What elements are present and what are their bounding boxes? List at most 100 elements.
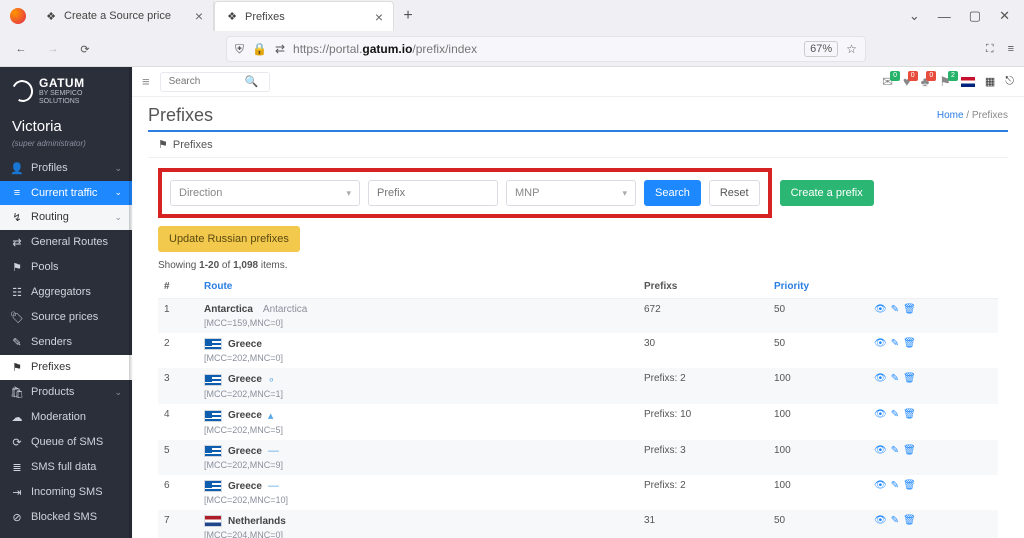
sidebar-item-prefixes[interactable]: ⚑Prefixes [0, 355, 132, 380]
country-flag-icon [204, 338, 222, 350]
view-icon[interactable]: 👁 [874, 338, 887, 349]
back-button[interactable]: ← [10, 38, 32, 60]
sidebar-item-senders[interactable]: ✎Senders [0, 330, 132, 355]
sidebar-item-source-prices[interactable]: 🏷Source prices [0, 305, 132, 330]
flag-icon[interactable]: ⚑2 [939, 74, 951, 90]
firefox-icon [10, 8, 26, 24]
row-priority: 100 [768, 475, 868, 510]
nav-icon: ☁ [10, 411, 24, 424]
pocket-icon[interactable]: ⛶ [986, 43, 994, 56]
nav-icon: 🛍 [10, 386, 24, 399]
bell-icon[interactable]: ♣0 [921, 74, 930, 89]
search-icon[interactable]: 🔍 [245, 75, 259, 88]
nav-icon: ⚑ [10, 361, 24, 374]
sidebar-item-profiles[interactable]: 👤Profiles⌄ [0, 156, 132, 181]
app-menu-icon[interactable]: ≡ [1008, 43, 1014, 55]
country-flag-icon [204, 445, 222, 457]
table-row: 4Greece▴[MCC=202,MNC=5]Prefixs: 10100👁✎🗑 [158, 404, 998, 440]
chevron-down-icon[interactable]: ⌄ [909, 8, 920, 24]
col-priority-sort[interactable]: Priority [774, 281, 809, 292]
row-index: 4 [158, 404, 198, 440]
direction-select[interactable]: Direction▾ [170, 180, 360, 206]
view-icon[interactable]: 👁 [874, 373, 887, 384]
shield-icon[interactable]: ⛨ [235, 42, 244, 57]
envelope-icon[interactable]: ✉0 [882, 74, 893, 90]
address-bar[interactable]: ⛨ 🔒 ⇄ https://portal.gatum.io/prefix/ind… [226, 36, 866, 62]
delete-icon[interactable]: 🗑 [903, 304, 916, 315]
breadcrumb-home[interactable]: Home [937, 110, 964, 121]
col-route-sort[interactable]: Route [204, 281, 232, 292]
view-icon[interactable]: 👁 [874, 304, 887, 315]
lock-icon[interactable]: 🔒 [252, 42, 267, 56]
update-russian-button[interactable]: Update Russian prefixes [158, 226, 300, 252]
sidebar-item-aggregators[interactable]: ☷Aggregators [0, 280, 132, 305]
delete-icon[interactable]: 🗑 [903, 338, 916, 349]
sidebar-item-sms-full-data[interactable]: ≣SMS full data [0, 455, 132, 480]
forward-button: → [42, 38, 64, 60]
prefix-input-wrap[interactable] [368, 180, 498, 206]
nav-icon: ☷ [10, 286, 24, 299]
sidebar-item-pools[interactable]: ⚑Pools [0, 255, 132, 280]
col-prefixs: Prefixs [638, 275, 768, 299]
grid-apps-icon[interactable]: ▦ [985, 75, 995, 88]
view-icon[interactable]: 👁 [874, 515, 887, 526]
create-prefix-button[interactable]: Create a prefix [780, 180, 874, 206]
sidebar-item-general-routes[interactable]: ⇄General Routes [0, 230, 132, 255]
view-icon[interactable]: 👁 [874, 409, 887, 420]
reload-button[interactable]: ⟳ [74, 38, 96, 60]
sidebar-toggle-icon[interactable]: ≡ [142, 74, 150, 89]
edit-icon[interactable]: ✎ [891, 304, 899, 315]
prefixes-table: # Route Prefixs Priority 1AntarcticaAnta… [158, 275, 998, 538]
tab-close-icon[interactable]: × [195, 8, 203, 24]
sidebar-item-current-traffic[interactable]: ≡Current traffic⌄ [0, 181, 132, 205]
sidebar-item-incoming-sms[interactable]: ⇥Incoming SMS [0, 480, 132, 505]
delete-icon[interactable]: 🗑 [903, 445, 916, 456]
delete-icon[interactable]: 🗑 [903, 409, 916, 420]
mnp-select[interactable]: MNP▾ [506, 180, 636, 206]
browser-tab[interactable]: ❖ Create a Source price × [34, 1, 214, 31]
window-minimize-icon[interactable]: — [938, 9, 951, 24]
zoom-level[interactable]: 67% [804, 41, 838, 57]
sidebar-item-blocked-sms[interactable]: ⊘Blocked SMS [0, 505, 132, 530]
delete-icon[interactable]: 🗑 [903, 515, 916, 526]
sidebar-item-queue-of-sms[interactable]: ⟳Queue of SMS [0, 430, 132, 455]
edit-icon[interactable]: ✎ [891, 409, 899, 420]
nav-icon: ⟳ [10, 436, 24, 449]
sidebar-item-routing[interactable]: ↯Routing⌄ [0, 205, 132, 230]
view-icon[interactable]: 👁 [874, 480, 887, 491]
reset-button[interactable]: Reset [709, 180, 760, 206]
heart-icon[interactable]: ♥0 [903, 74, 911, 89]
sidebar-item-label: Current traffic [31, 187, 97, 199]
search-button[interactable]: Search [644, 180, 701, 206]
delete-icon[interactable]: 🗑 [903, 480, 916, 491]
edit-icon[interactable]: ✎ [891, 445, 899, 456]
edit-icon[interactable]: ✎ [891, 373, 899, 384]
window-close-icon[interactable]: ✕ [999, 8, 1010, 24]
language-flag-icon[interactable] [961, 77, 975, 87]
view-icon[interactable]: 👁 [874, 445, 887, 456]
bookmark-star-icon[interactable]: ☆ [846, 42, 857, 56]
browser-tab-active[interactable]: ❖ Prefixes × [214, 1, 394, 31]
topbar-search[interactable]: 🔍 [160, 72, 270, 92]
delete-icon[interactable]: 🗑 [903, 373, 916, 384]
country-flag-icon [204, 410, 222, 422]
window-restore-icon[interactable]: ▢ [969, 8, 981, 24]
logout-icon[interactable]: ⎋ [1005, 75, 1014, 88]
sidebar-item-moderation[interactable]: ☁Moderation [0, 405, 132, 430]
prefix-input[interactable] [377, 187, 489, 199]
address-row: ← → ⟳ ⛨ 🔒 ⇄ https://portal.gatum.io/pref… [0, 32, 1024, 66]
search-input[interactable] [169, 76, 239, 87]
row-prefix: 30 [638, 333, 768, 368]
new-tab-button[interactable]: + [394, 7, 422, 25]
tab-close-icon[interactable]: × [375, 9, 383, 25]
tab-favicon-icon: ❖ [44, 9, 58, 23]
sidebar-item-label: Senders [31, 336, 72, 348]
nav-icon: ≣ [10, 461, 24, 474]
row-index: 3 [158, 368, 198, 404]
edit-icon[interactable]: ✎ [891, 338, 899, 349]
edit-icon[interactable]: ✎ [891, 515, 899, 526]
nav-icon: ⇄ [10, 236, 24, 249]
edit-icon[interactable]: ✎ [891, 480, 899, 491]
sidebar-item-products[interactable]: 🛍Products⌄ [0, 380, 132, 405]
permissions-icon[interactable]: ⇄ [275, 42, 285, 56]
